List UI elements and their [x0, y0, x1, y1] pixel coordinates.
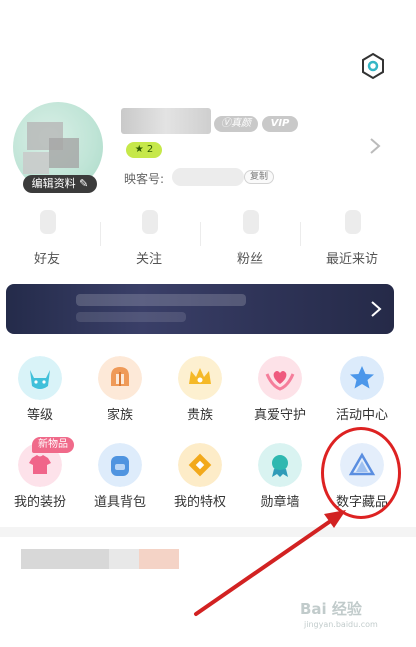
- vip-badge: VIP: [262, 116, 298, 132]
- grid-item-label: 贵族: [186, 408, 213, 423]
- grid-item-label: 勋章墙: [260, 495, 300, 510]
- grid-item-label: 我的特权: [173, 495, 226, 510]
- grid-item-nobility[interactable]: 贵族: [160, 356, 240, 430]
- cat-face-icon: [18, 356, 62, 400]
- grid-item-label: 道具背包: [93, 495, 146, 510]
- grid-item-level[interactable]: 等级: [0, 356, 80, 430]
- grid-item-label: 真爱守护: [253, 408, 306, 423]
- annotation-circle: [321, 427, 401, 519]
- grid-item-medal-wall[interactable]: 勋章墙: [240, 443, 320, 517]
- stat-value-blurred: [40, 210, 56, 234]
- chevron-right-icon: [371, 301, 382, 317]
- chevron-right-icon[interactable]: [368, 136, 382, 156]
- grid-item-label: 等级: [26, 408, 53, 423]
- avatar[interactable]: 编辑资料 ✎: [13, 102, 103, 193]
- promo-banner[interactable]: [6, 284, 394, 334]
- medal-icon: [258, 443, 302, 487]
- grid-item-props-backpack[interactable]: 道具背包: [80, 443, 160, 517]
- stat-value-blurred: [142, 210, 158, 234]
- grid-item-activity-center[interactable]: 活动中心: [322, 356, 402, 430]
- username-blurred: [121, 108, 211, 134]
- stat-label: 好友: [33, 252, 60, 267]
- settings-hexagon-icon[interactable]: [358, 51, 388, 81]
- level-badge: ★ 2: [126, 142, 162, 158]
- backpack-icon: [98, 443, 142, 487]
- stat-following[interactable]: 关注: [104, 208, 194, 268]
- star-icon: [340, 356, 384, 400]
- stat-label: 关注: [135, 252, 162, 267]
- grid-item-my-outfit[interactable]: 我的装扮: [0, 443, 80, 517]
- stat-recent-visitors[interactable]: 最近来访: [307, 208, 397, 268]
- blurred-content: [109, 549, 139, 569]
- edit-profile-button[interactable]: 编辑资料 ✎: [23, 175, 97, 193]
- grid-item-my-privileges[interactable]: 我的特权: [160, 443, 240, 517]
- verified-badge: Ⓥ真颜: [214, 116, 258, 132]
- watermark-text: Bai 经验: [300, 600, 362, 618]
- stat-friends[interactable]: 好友: [2, 208, 92, 268]
- stat-fans[interactable]: 粉丝: [205, 208, 295, 268]
- blurred-content: [21, 549, 109, 569]
- copy-id-button[interactable]: 复制: [244, 170, 274, 184]
- new-items-badge: 新物品: [32, 437, 74, 453]
- watermark-url: jingyan.baidu.com: [304, 620, 378, 629]
- grid-item-family[interactable]: 家族: [80, 356, 160, 430]
- helmet-icon: [98, 356, 142, 400]
- grid-item-label: 家族: [106, 408, 133, 423]
- diamond-icon: [178, 443, 222, 487]
- grid-item-label: 我的装扮: [13, 495, 66, 510]
- grid-item-true-love-guard[interactable]: 真爱守护: [240, 356, 320, 430]
- section-divider: [0, 527, 416, 537]
- stat-value-blurred: [345, 210, 361, 234]
- grid-item-label: 活动中心: [335, 408, 388, 423]
- heart-guard-icon: [258, 356, 302, 400]
- stat-value-blurred: [243, 210, 259, 234]
- stat-label: 最近来访: [325, 252, 378, 267]
- blurred-content: [139, 549, 179, 569]
- stat-label: 粉丝: [236, 252, 263, 267]
- id-label: 映客号:: [124, 172, 165, 186]
- crown-icon: [178, 356, 222, 400]
- id-value-blurred: [172, 168, 244, 186]
